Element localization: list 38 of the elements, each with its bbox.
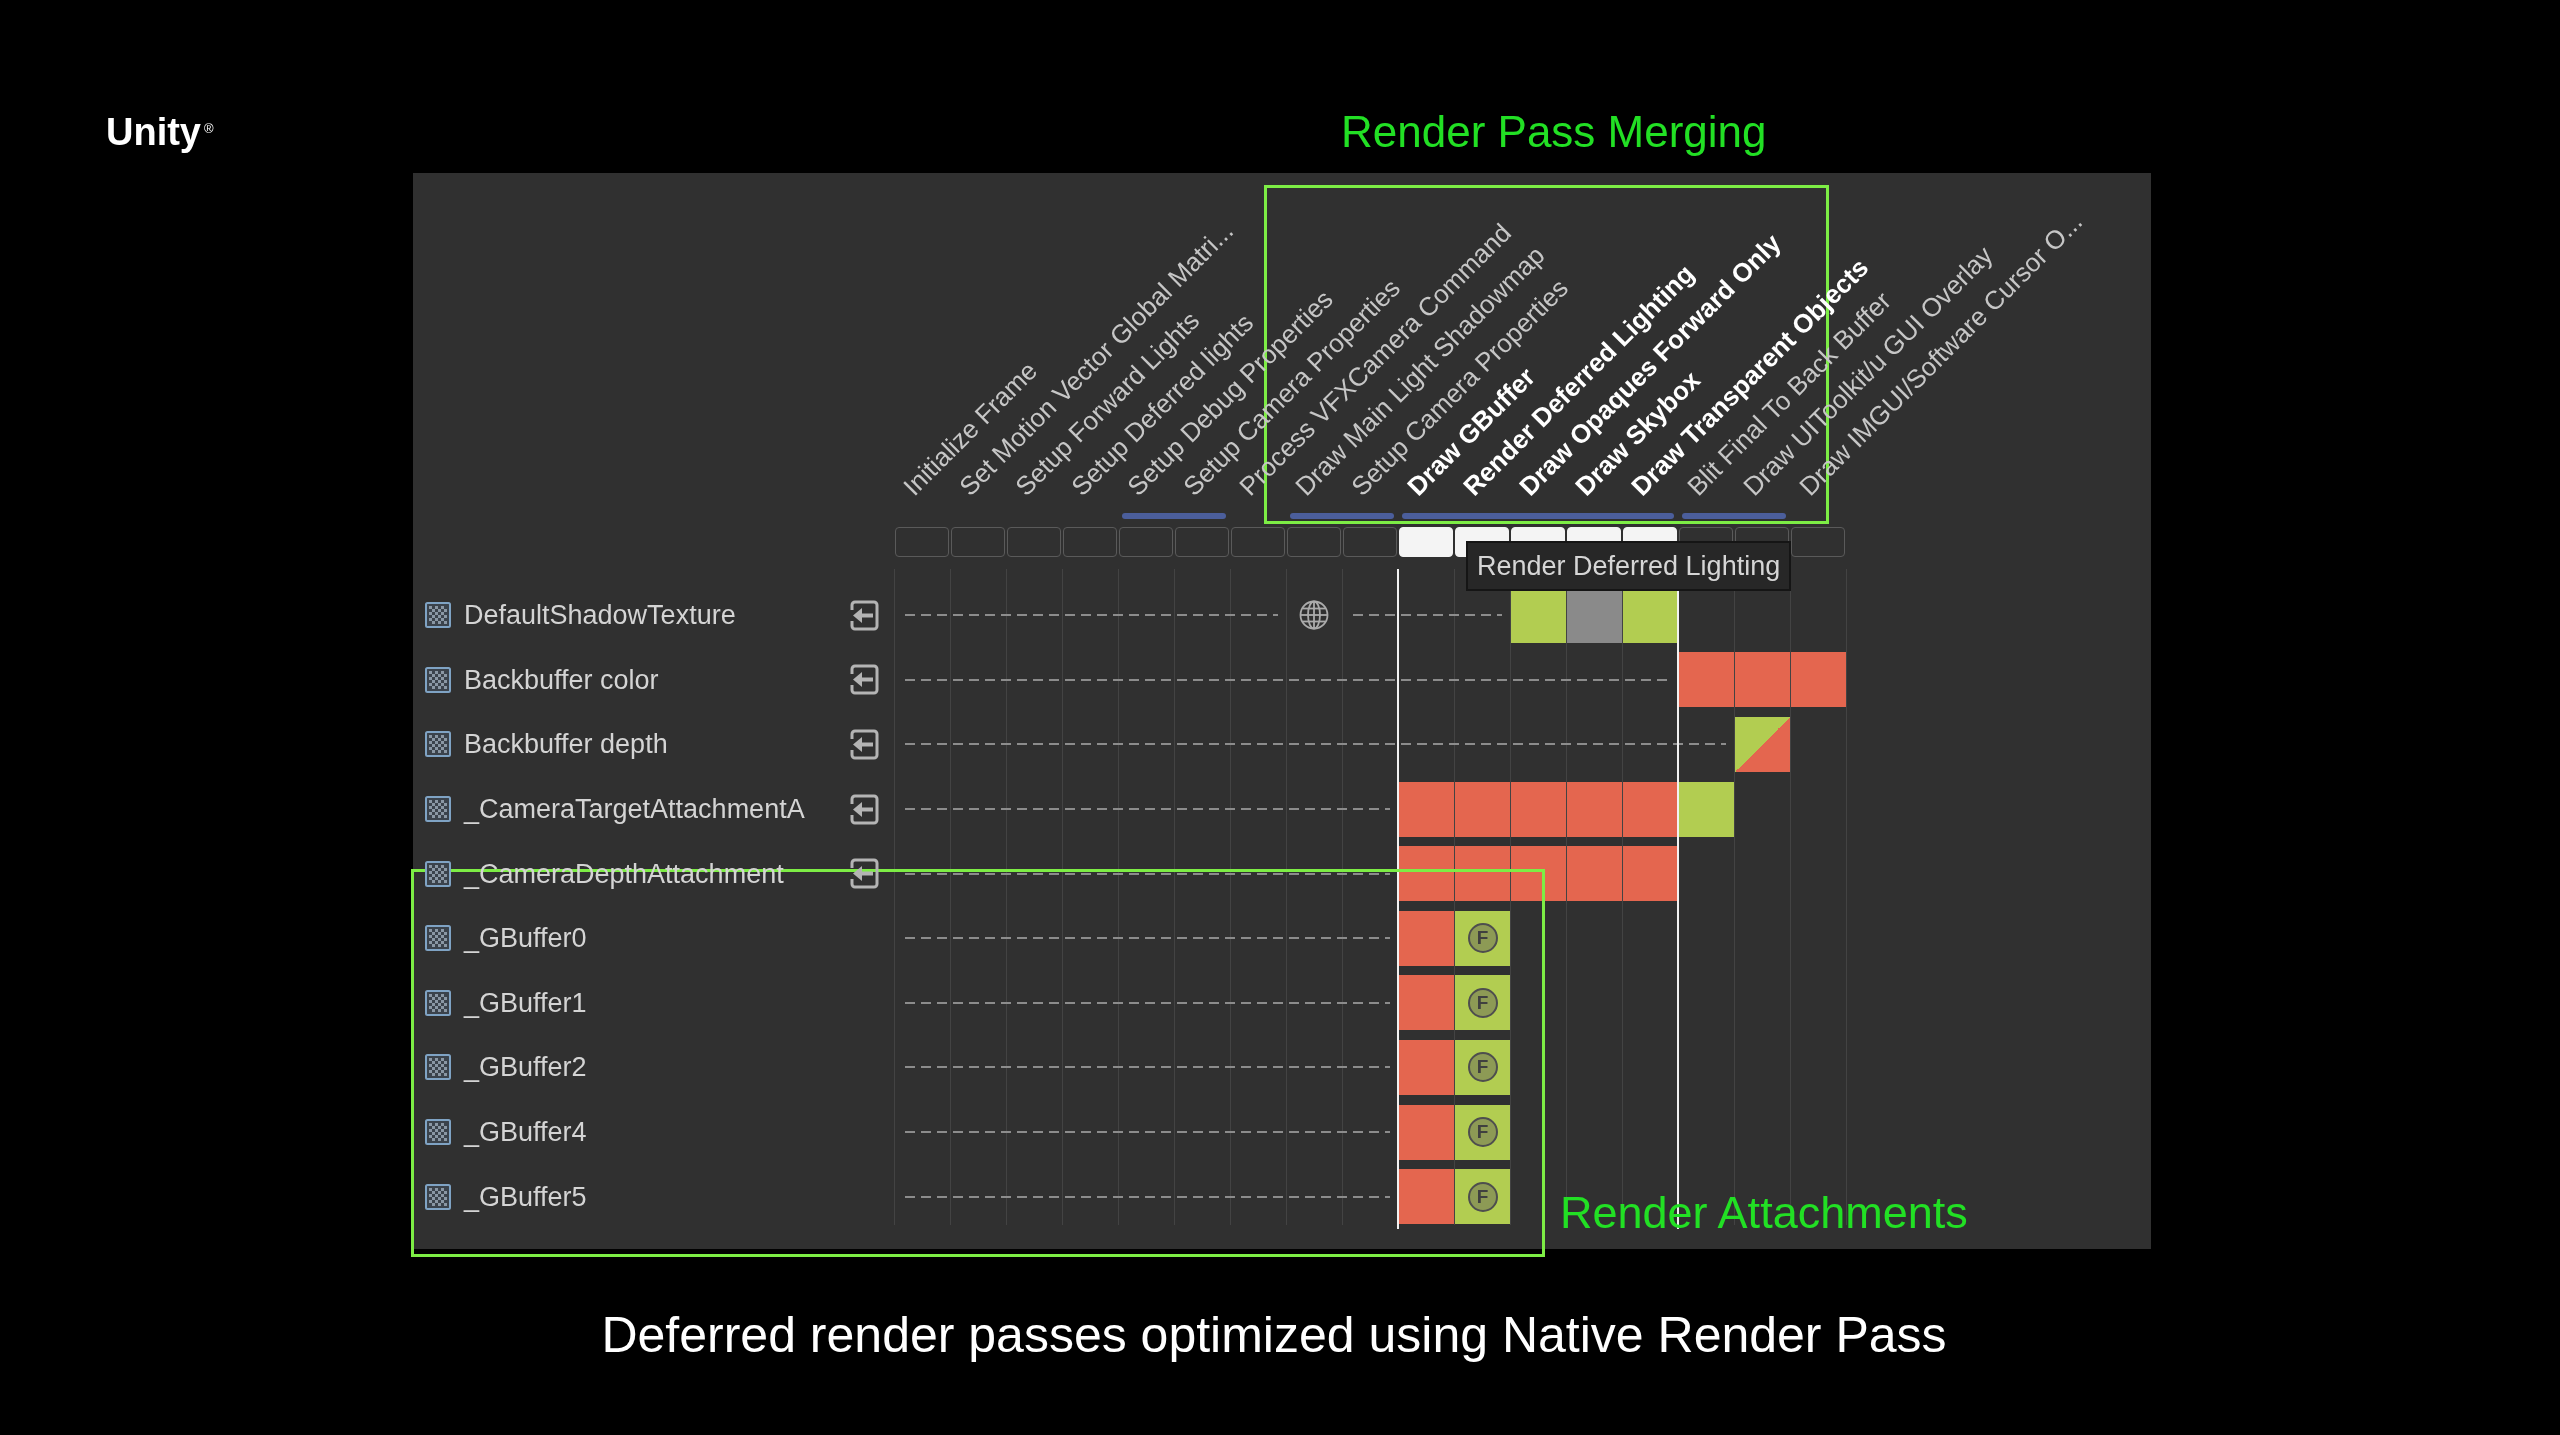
checker-icon xyxy=(425,925,451,952)
letter-badge: F xyxy=(1467,987,1498,1018)
resource-name: _GBuffer1 xyxy=(464,986,588,1019)
pass-toggle[interactable] xyxy=(895,527,949,557)
checker-icon xyxy=(425,796,451,823)
checker-icon xyxy=(425,731,451,758)
pass-toggle[interactable] xyxy=(1119,527,1173,557)
letter-badge: F xyxy=(1467,1181,1498,1212)
brand-name: Unity xyxy=(106,110,201,154)
pass-toggle[interactable] xyxy=(951,527,1005,557)
registered-mark: ® xyxy=(204,122,214,136)
resource-name: DefaultShadowTexture xyxy=(464,599,737,632)
pass-toggle[interactable] xyxy=(1343,527,1397,557)
letter-badge: F xyxy=(1467,1052,1498,1083)
letter-badge: F xyxy=(1467,1117,1498,1148)
annotation-title: Render Pass Merging xyxy=(1341,106,1767,158)
pass-toggle[interactable] xyxy=(1007,527,1061,557)
checker-icon xyxy=(425,1119,451,1146)
tooltip: Render Deferred Lighting xyxy=(1466,541,1792,591)
resource-name: Backbuffer color xyxy=(464,663,660,696)
caption: Deferred render passes optimized using Native Render Pass xyxy=(601,1307,1947,1363)
checker-icon xyxy=(425,602,451,629)
resource-name: _GBuffer0 xyxy=(464,922,588,955)
letter-badge: F xyxy=(1467,923,1498,954)
checker-icon xyxy=(425,1183,451,1210)
resource-name: _GBuffer2 xyxy=(464,1051,588,1084)
checker-icon xyxy=(425,860,451,887)
resource-name: _GBuffer4 xyxy=(464,1116,588,1149)
resource-name: _CameraTargetAttachmentA xyxy=(464,793,806,826)
pass-toggle[interactable] xyxy=(1287,527,1341,557)
pass-toggle[interactable] xyxy=(1063,527,1117,557)
pass-toggle[interactable] xyxy=(1231,527,1285,557)
resource-name: _GBuffer5 xyxy=(464,1180,588,1213)
pass-toggle[interactable] xyxy=(1175,527,1229,557)
checker-icon xyxy=(425,989,451,1016)
checker-icon xyxy=(425,666,451,693)
resource-name: Backbuffer depth xyxy=(464,728,669,761)
checker-icon xyxy=(425,1054,451,1081)
